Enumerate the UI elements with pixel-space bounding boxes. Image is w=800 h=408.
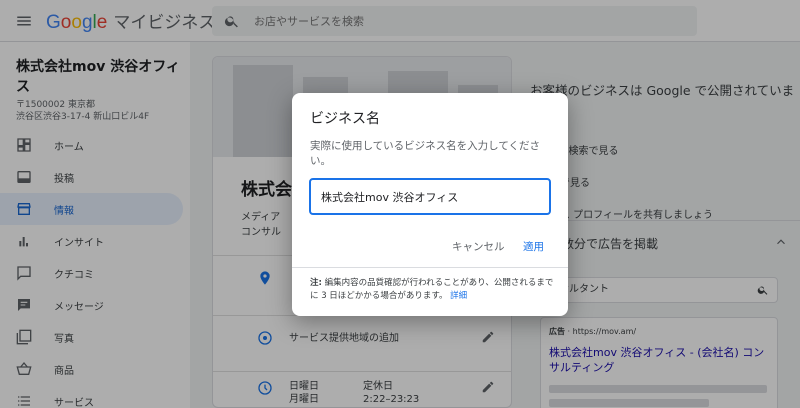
dialog-description: 実際に使用しているビジネス名を入力してください。 — [310, 140, 541, 167]
dialog-note: 注: 編集内容の品質確認が行われることがあり、公開されるまでに 3 日ほどかかる… — [310, 277, 556, 303]
learn-more-link[interactable]: 詳細 — [450, 291, 467, 301]
apply-button[interactable]: 適用 — [523, 239, 544, 254]
business-name-input[interactable] — [309, 178, 551, 215]
business-name-dialog: ビジネス名 実際に使用しているビジネス名を入力してください。 キャンセル 適用 … — [292, 93, 568, 316]
dialog-divider — [292, 267, 568, 268]
note-prefix: 注: — [310, 278, 322, 288]
note-text: 編集内容の品質確認が行われることがあり、公開されるまでに 3 日ほどかかる場合が… — [310, 278, 554, 301]
dialog-title: ビジネス名 — [310, 111, 380, 127]
cancel-button[interactable]: キャンセル — [452, 239, 505, 254]
